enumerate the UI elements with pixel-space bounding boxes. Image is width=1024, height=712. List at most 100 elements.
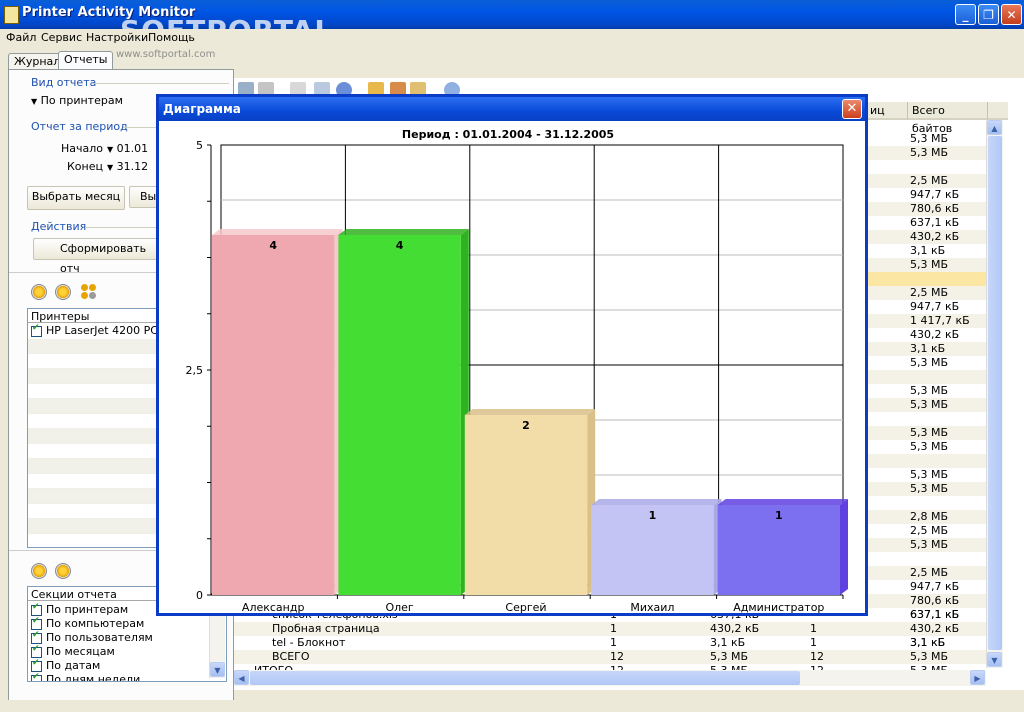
checkbox-icon[interactable] <box>31 644 42 658</box>
actions-title: Действия <box>31 220 87 233</box>
data-label: 4 <box>269 239 277 252</box>
report-type-title: Вид отчета <box>31 76 97 89</box>
total-bytes-cell: 947,7 кБ <box>910 188 960 201</box>
close-button[interactable]: ✕ <box>1001 4 1022 25</box>
bar-side <box>840 499 848 595</box>
chevron-down-icon: ▼ <box>107 163 114 172</box>
menu-file[interactable]: Файл <box>6 31 36 44</box>
end-date-picker[interactable]: ▼ 31.12 <box>107 160 148 173</box>
check-all-icon[interactable] <box>31 284 47 300</box>
printer-item[interactable]: HP LaserJet 4200 PCL <box>31 323 164 337</box>
tab-reports[interactable]: Отчеты <box>58 51 114 70</box>
total-bytes-cell: 2,5 МБ <box>910 566 949 579</box>
section-item[interactable]: По принтерам <box>31 602 128 616</box>
section-item[interactable]: По компьютерам <box>31 616 144 630</box>
start-date-picker[interactable]: ▼ 01.01 <box>107 142 148 155</box>
period-title: Отчет за период <box>31 120 128 133</box>
section-item[interactable]: По дням недели <box>31 672 140 681</box>
x-tick-label: Александр <box>242 601 305 613</box>
menu-help[interactable]: Помощь <box>148 31 195 44</box>
table-row[interactable]: Пробная страница 1 430,2 кБ 1 430,2 кБ <box>234 622 986 636</box>
total-bytes-cell: 637,1 кБ <box>910 216 960 229</box>
x-tick-label: Администратор <box>733 601 824 613</box>
total-bytes-cell: 2,8 МБ <box>910 510 949 523</box>
data-label: 1 <box>649 509 657 522</box>
y-tick-label: 0 <box>196 589 203 602</box>
x-tick-label: Михаил <box>630 601 674 613</box>
bar <box>212 235 335 595</box>
dialog-close-button[interactable]: ✕ <box>842 99 862 119</box>
start-date-value: 01.01 <box>116 142 149 155</box>
total-bytes-cell: 5,3 МБ <box>910 426 949 439</box>
bar-top <box>338 229 469 235</box>
bar-top <box>212 229 343 235</box>
generate-report-button[interactable]: Сформировать отч <box>33 238 161 275</box>
total-bytes-cell: 430,2 кБ <box>910 230 960 243</box>
checkbox-icon[interactable] <box>31 602 42 616</box>
dialog-title: Диаграмма <box>159 97 865 121</box>
total-bytes-cell: 2,5 МБ <box>910 286 949 299</box>
total-bytes-cell: 5,3 МБ <box>910 398 949 411</box>
scroll-down-icon[interactable]: ▼ <box>210 662 225 677</box>
scroll-down-icon[interactable]: ▼ <box>987 652 1002 667</box>
total-bytes-cell: 780,6 кБ <box>910 594 960 607</box>
total-bytes-cell: 5,3 МБ <box>910 146 949 159</box>
total-bytes-cell: 1 417,7 кБ <box>910 314 970 327</box>
watermark-url: www.softportal.com <box>116 49 216 60</box>
scroll-thumb[interactable] <box>988 136 1002 650</box>
checkbox-icon[interactable] <box>31 672 42 681</box>
total-bytes-cell: 5,3 МБ <box>910 468 949 481</box>
report-type-value: По принтерам <box>40 94 123 107</box>
scroll-left-icon[interactable]: ◀ <box>234 670 249 685</box>
total-bytes-cell: 947,7 кБ <box>910 580 960 593</box>
x-tick-label: Олег <box>385 601 413 613</box>
checkbox-icon[interactable] <box>31 323 42 337</box>
total-bytes-cell: 5,3 МБ <box>910 258 949 271</box>
maximize-button[interactable]: ❐ <box>978 4 999 25</box>
scroll-right-icon[interactable]: ▶ <box>970 670 985 685</box>
status-bar <box>0 700 1024 712</box>
sections-uncheck-all-icon[interactable] <box>55 563 71 579</box>
total-bytes-cell: 947,7 кБ <box>910 300 960 313</box>
data-label: 1 <box>775 509 783 522</box>
bar-top <box>717 499 848 505</box>
total-bytes-cell: 5,3 МБ <box>910 356 949 369</box>
scroll-up-icon[interactable]: ▲ <box>987 120 1002 135</box>
report-type-dropdown[interactable]: ▼ По принтерам <box>31 94 123 107</box>
menu-settings[interactable]: Настройки <box>86 31 148 44</box>
x-tick-label: Сергей <box>505 601 546 613</box>
sections-check-all-icon[interactable] <box>31 563 47 579</box>
y-tick-label: 2,5 <box>186 364 204 377</box>
menu-bar: Файл Сервис Настройки Помощь <box>0 29 1024 47</box>
checkbox-icon[interactable] <box>31 616 42 630</box>
end-label: Конец <box>67 160 103 173</box>
y-tick-label: 5 <box>196 139 203 152</box>
select-month-button[interactable]: Выбрать месяц <box>27 186 125 210</box>
col-pages[interactable]: иц <box>866 102 908 120</box>
section-item[interactable]: По датам <box>31 658 100 672</box>
end-date-value: 31.12 <box>116 160 149 173</box>
menu-service[interactable]: Сервис <box>41 31 82 44</box>
table-row[interactable]: ВСЕГО 12 5,3 МБ 12 5,3 МБ <box>234 650 986 664</box>
section-item[interactable]: По месяцам <box>31 644 115 658</box>
col-total-bytes[interactable]: Всего байтов <box>908 102 988 135</box>
checkbox-icon[interactable] <box>31 630 42 644</box>
total-bytes-cell: 2,5 МБ <box>910 524 949 537</box>
table-vertical-scrollbar[interactable]: ▲ ▼ <box>986 120 1003 668</box>
total-bytes-cell: 3,1 кБ <box>910 244 946 257</box>
chevron-down-icon: ▼ <box>31 97 38 106</box>
total-bytes-cell: 3,1 кБ <box>910 342 946 355</box>
uncheck-all-icon[interactable] <box>55 284 71 300</box>
total-bytes-cell: 5,3 МБ <box>910 132 949 145</box>
total-bytes-cell: 780,6 кБ <box>910 202 960 215</box>
table-row[interactable]: tel - Блокнот 1 3,1 кБ 1 3,1 кБ <box>234 636 986 650</box>
minimize-button[interactable]: _ <box>955 4 976 25</box>
bar-chart: Период : 01.01.2004 - 31.12.2005 0 2,5 5 4 А… <box>186 128 848 613</box>
scroll-thumb-horizontal[interactable] <box>250 671 800 685</box>
bar <box>338 235 461 595</box>
grid-icon[interactable] <box>81 284 97 300</box>
bar-top <box>464 409 596 415</box>
checkbox-icon[interactable] <box>31 658 42 672</box>
table-horizontal-scrollbar[interactable]: ◀ ▶ <box>234 670 986 686</box>
section-item[interactable]: По пользователям <box>31 630 153 644</box>
